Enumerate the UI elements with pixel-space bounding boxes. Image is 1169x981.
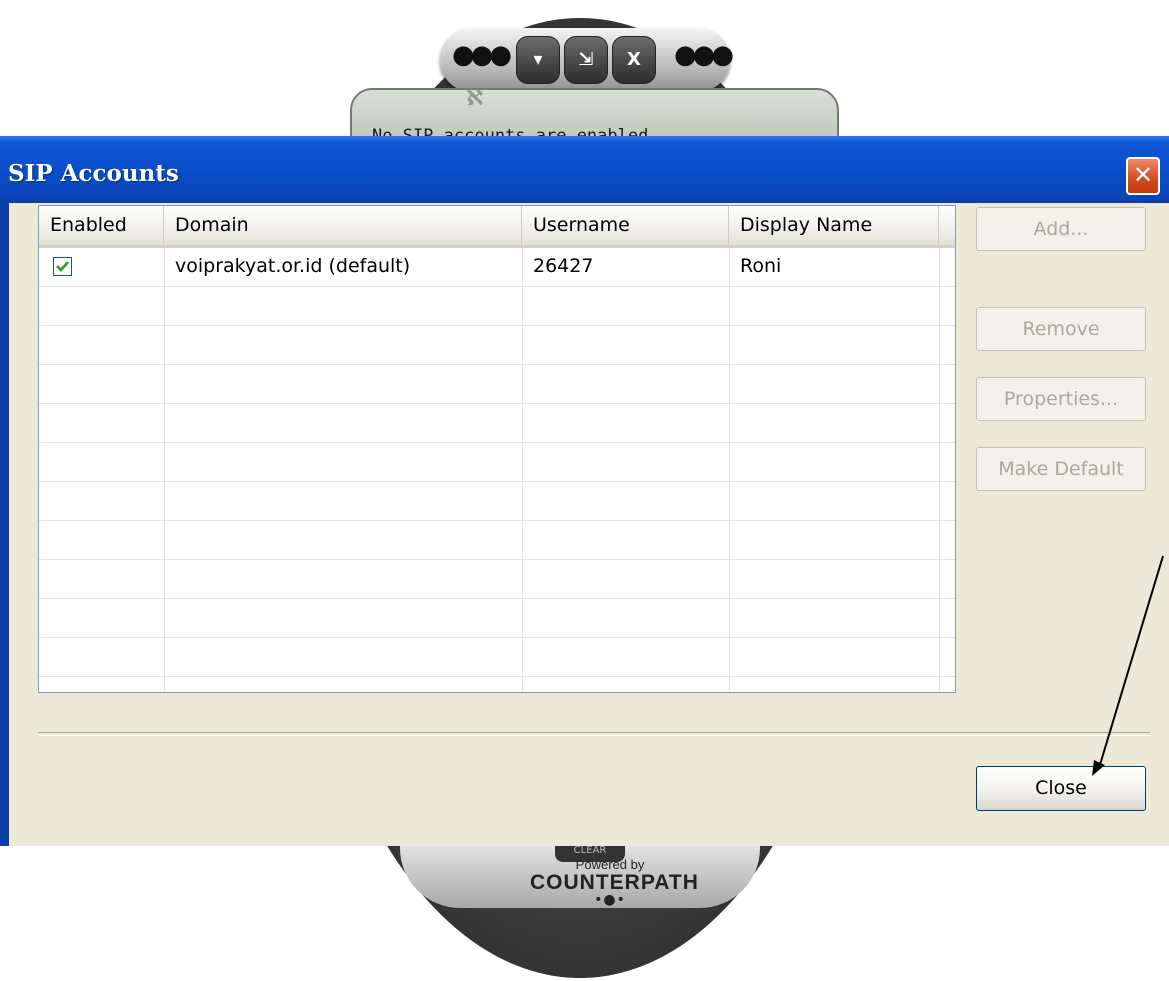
empty-row <box>39 365 955 404</box>
powered-by-logo: Powered by COUNTERPATH •●• <box>530 857 699 908</box>
properties-button[interactable]: Properties... <box>976 377 1146 421</box>
counterpath-brand: COUNTERPATH <box>530 871 699 894</box>
empty-row <box>39 560 955 599</box>
close-icon: ✕ <box>1132 161 1154 189</box>
dialog-title: SIP Accounts <box>8 160 179 187</box>
empty-row <box>39 599 955 638</box>
empty-row <box>39 404 955 443</box>
column-header-enabled[interactable]: Enabled <box>39 206 164 245</box>
add-button[interactable]: Add... <box>976 207 1146 251</box>
softphone-exit-button[interactable]: X <box>612 36 656 84</box>
accounts-list-header: Enabled Domain Username Display Name <box>39 206 955 248</box>
dialog-titlebar[interactable]: SIP Accounts ✕ <box>0 136 1169 203</box>
enabled-checkbox[interactable] <box>53 257 72 276</box>
column-header-display-name[interactable]: Display Name <box>729 206 939 245</box>
softphone-menu-button[interactable]: ▾ <box>516 36 560 84</box>
empty-row <box>39 443 955 482</box>
column-header-username[interactable]: Username <box>522 206 729 245</box>
empty-row <box>39 638 955 677</box>
make-default-button[interactable]: Make Default <box>976 447 1146 491</box>
cell-enabled <box>39 248 164 286</box>
cell-display-name: Roni <box>740 255 782 277</box>
counterpath-dots-icon: •●• <box>594 892 626 908</box>
softphone-dots-right-icon: ●●● <box>674 40 734 70</box>
column-header-domain[interactable]: Domain <box>164 206 522 245</box>
accounts-list[interactable]: Enabled Domain Username Display Name voi… <box>38 205 956 693</box>
checkmark-icon <box>56 261 69 272</box>
cell-domain: voiprakyat.or.id (default) <box>175 255 411 277</box>
empty-row <box>39 326 955 365</box>
remove-button[interactable]: Remove <box>976 307 1146 351</box>
softphone-logo-icon: ℵ <box>466 86 484 111</box>
empty-row <box>39 287 955 326</box>
powered-by-text: Powered by <box>575 857 645 872</box>
softphone-dots-left-icon: ●●● <box>452 40 512 70</box>
dialog-separator <box>38 732 1150 736</box>
sip-accounts-dialog: SIP Accounts ✕ Enabled Domain Username D… <box>0 136 1169 846</box>
empty-row <box>39 482 955 521</box>
cell-username: 26427 <box>533 255 594 277</box>
dialog-close-x-button[interactable]: ✕ <box>1126 157 1160 195</box>
empty-row <box>39 521 955 560</box>
softphone-minimize-button[interactable]: ⇲ <box>564 36 608 84</box>
close-button[interactable]: Close <box>976 766 1146 811</box>
table-row[interactable]: voiprakyat.or.id (default) 26427 Roni <box>39 248 955 287</box>
